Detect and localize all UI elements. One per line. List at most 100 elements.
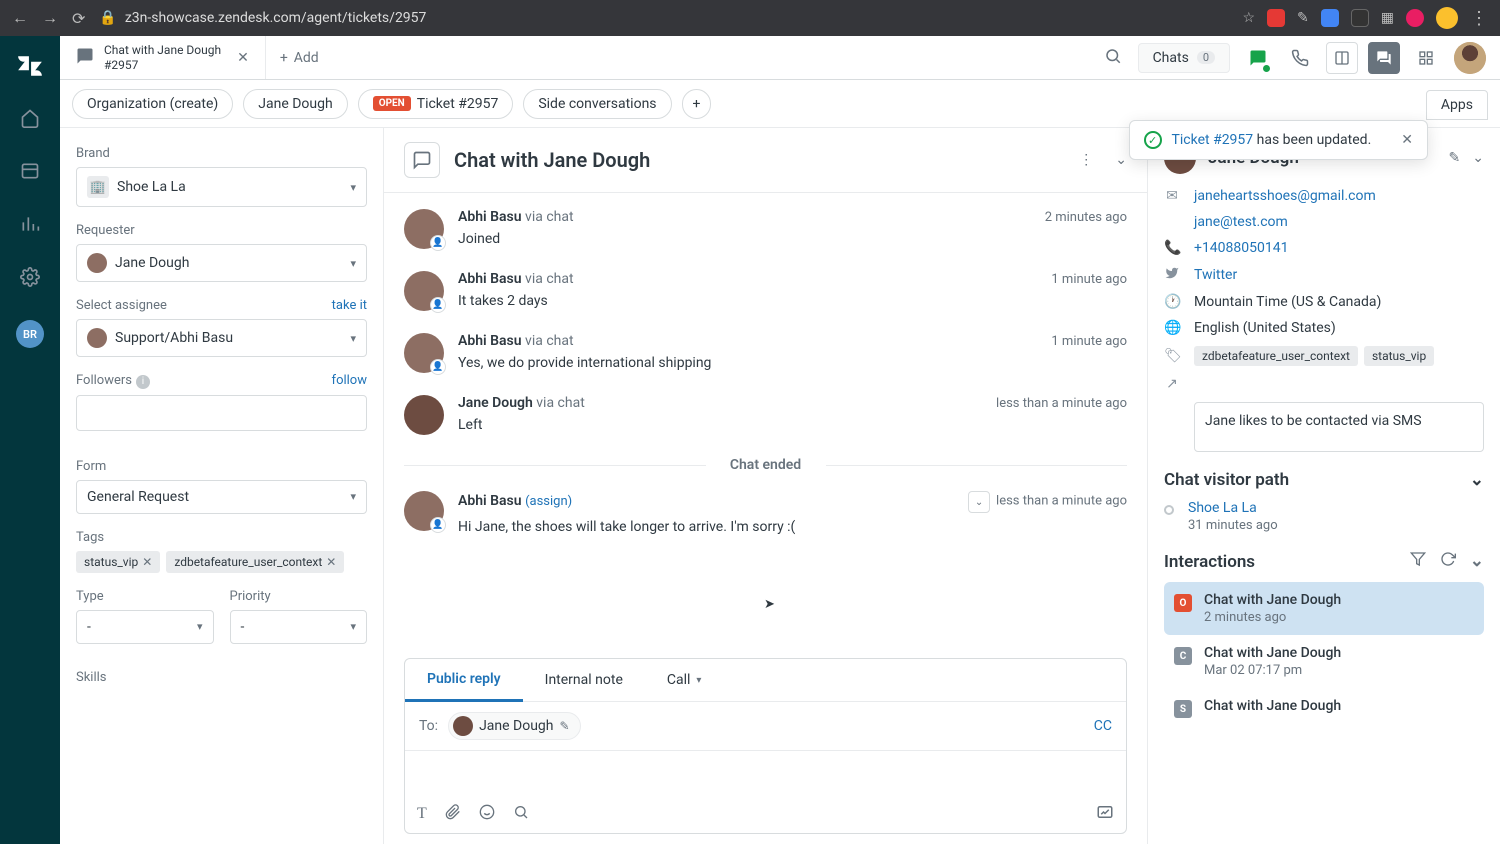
org-tab[interactable]: Organization (create) — [72, 89, 233, 119]
back-icon[interactable]: ← — [12, 8, 28, 28]
browser-bar: ← → ⟳ 🔒 z3n-showcase.zendesk.com/agent/t… — [0, 0, 1500, 36]
toast-link[interactable]: Ticket #2957 — [1172, 132, 1254, 148]
priority-select[interactable]: - — [230, 610, 368, 644]
to-label: To: — [419, 718, 438, 734]
tags-field[interactable]: status_vip✕ zdbetafeature_user_context✕ — [76, 551, 367, 573]
interaction-item[interactable]: S Chat with Jane Dough — [1164, 688, 1484, 728]
requester-select[interactable]: Jane Dough — [76, 244, 367, 282]
reload-icon[interactable]: ⟳ — [72, 9, 85, 28]
phone-icon[interactable] — [1284, 42, 1316, 74]
tag-chip: status_vip✕ — [76, 551, 160, 573]
apps-grid-icon[interactable] — [1410, 42, 1442, 74]
email-link[interactable]: janeheartsshoes@gmail.com — [1194, 188, 1376, 204]
building-icon: 🏢 — [87, 176, 109, 198]
brand-select[interactable]: 🏢 Shoe La La — [76, 167, 367, 207]
tag-chip: zdbetafeature_user_context✕ — [166, 551, 344, 573]
extension-grid-icon[interactable]: ▦ — [1381, 10, 1394, 26]
phone-link[interactable]: +14088050141 — [1194, 240, 1289, 256]
add-tab-button[interactable]: + Add — [266, 50, 333, 66]
chats-button[interactable]: Chats 0 — [1138, 43, 1230, 73]
assign-link[interactable]: (assign) — [525, 494, 572, 509]
refresh-icon[interactable] — [1440, 551, 1456, 572]
admin-icon[interactable] — [20, 267, 40, 292]
recipient-chip[interactable]: Jane Dough ✎ — [448, 712, 581, 740]
twitter-link[interactable]: Twitter — [1194, 267, 1237, 283]
add-subtab-button[interactable]: + — [682, 89, 712, 119]
chat-status-icon[interactable] — [1242, 42, 1274, 74]
info-icon[interactable]: i — [136, 375, 150, 389]
left-nav: BR — [0, 36, 60, 844]
assignee-select[interactable]: Support/Abhi Basu — [76, 319, 367, 357]
internal-note-tab[interactable]: Internal note — [523, 659, 645, 701]
user-tag: status_vip — [1364, 346, 1434, 366]
type-label: Type — [76, 589, 214, 604]
status-badge-icon: S — [1174, 700, 1192, 718]
brand-label: Brand — [76, 146, 367, 161]
more-icon[interactable]: ⋮ — [1079, 152, 1093, 168]
collapse-section-icon[interactable]: ⌄ — [1470, 470, 1484, 490]
attachment-icon[interactable] — [445, 804, 461, 824]
cc-button[interactable]: CC — [1094, 718, 1112, 734]
workspace-badge[interactable]: BR — [16, 320, 44, 348]
email-link[interactable]: jane@test.com — [1194, 214, 1288, 230]
collapse-icon[interactable]: ⌄ — [1115, 152, 1127, 168]
address-bar[interactable]: 🔒 z3n-showcase.zendesk.com/agent/tickets… — [99, 10, 1228, 26]
cursor-icon: ➤ — [764, 597, 775, 612]
emoji-icon[interactable] — [479, 804, 495, 824]
search-icon[interactable] — [1104, 47, 1122, 69]
extension-t-icon[interactable] — [1406, 9, 1424, 27]
extension-blue-icon[interactable] — [1321, 9, 1339, 27]
user-notes-textarea[interactable]: Jane likes to be contacted via SMS — [1194, 402, 1484, 452]
call-tab[interactable]: Call ▾ — [645, 659, 724, 701]
type-select[interactable]: - — [76, 610, 214, 644]
filter-icon[interactable] — [1410, 551, 1426, 572]
conversations-icon[interactable] — [1368, 42, 1400, 74]
visitor-path-item[interactable]: Shoe La La 31 minutes ago — [1164, 500, 1484, 533]
star-icon[interactable]: ☆ — [1242, 10, 1255, 26]
message-menu-icon[interactable]: ⌄ — [968, 491, 990, 513]
edit-extension-icon[interactable]: ✎ — [1297, 10, 1309, 26]
home-icon[interactable] — [20, 108, 40, 133]
profile-avatar[interactable] — [1454, 42, 1486, 74]
form-select[interactable]: General Request — [76, 480, 367, 514]
public-reply-tab[interactable]: Public reply — [405, 659, 523, 702]
side-conversations-tab[interactable]: Side conversations — [523, 89, 671, 119]
macro-icon[interactable] — [1096, 803, 1114, 825]
layout-icon[interactable] — [1326, 42, 1358, 74]
ticket-tab[interactable]: Chat with Jane Dough #2957 ✕ — [60, 36, 266, 79]
browser-profile-icon[interactable] — [1436, 7, 1458, 29]
user-badge-icon: 👤 — [430, 359, 446, 375]
apps-button[interactable]: Apps — [1426, 90, 1488, 120]
close-tab-icon[interactable]: ✕ — [237, 50, 249, 66]
close-toast-icon[interactable]: ✕ — [1401, 132, 1413, 148]
interaction-item[interactable]: C Chat with Jane DoughMar 02 07:17 pm — [1164, 635, 1484, 688]
avatar-icon: 👤 — [404, 333, 444, 373]
remove-tag-icon[interactable]: ✕ — [142, 555, 152, 569]
extension-dark-icon[interactable] — [1351, 9, 1369, 27]
ticket-subtab[interactable]: OPEN Ticket #2957 — [358, 89, 514, 119]
priority-label: Priority — [230, 589, 368, 604]
text-format-icon[interactable]: T — [417, 805, 427, 823]
search-kb-icon[interactable] — [513, 804, 529, 824]
followers-input[interactable] — [76, 395, 367, 431]
clock-icon: 🕐 — [1164, 294, 1180, 310]
collapse-section-icon[interactable]: ⌄ — [1470, 551, 1484, 572]
compose-textarea[interactable] — [405, 751, 1126, 795]
abp-icon[interactable] — [1267, 9, 1285, 27]
zendesk-logo-icon[interactable] — [16, 52, 44, 80]
views-icon[interactable] — [20, 161, 40, 186]
edit-recipient-icon[interactable]: ✎ — [560, 719, 570, 733]
lock-icon: 🔒 — [99, 10, 116, 26]
remove-tag-icon[interactable]: ✕ — [326, 555, 336, 569]
edit-user-icon[interactable]: ✎ — [1449, 150, 1461, 166]
interaction-item[interactable]: O Chat with Jane Dough2 minutes ago — [1164, 582, 1484, 635]
follow-link[interactable]: follow — [332, 373, 367, 388]
chat-message: 👤 Abhi Basu via chat2 minutes ago Joined — [404, 209, 1127, 249]
user-tab[interactable]: Jane Dough — [243, 89, 347, 119]
forward-icon[interactable]: → — [42, 8, 58, 28]
reporting-icon[interactable] — [20, 214, 40, 239]
take-it-link[interactable]: take it — [332, 298, 367, 313]
collapse-user-icon[interactable]: ⌄ — [1472, 150, 1484, 166]
browser-menu-icon[interactable]: ⋮ — [1470, 8, 1488, 29]
status-badge-icon: O — [1174, 594, 1192, 612]
